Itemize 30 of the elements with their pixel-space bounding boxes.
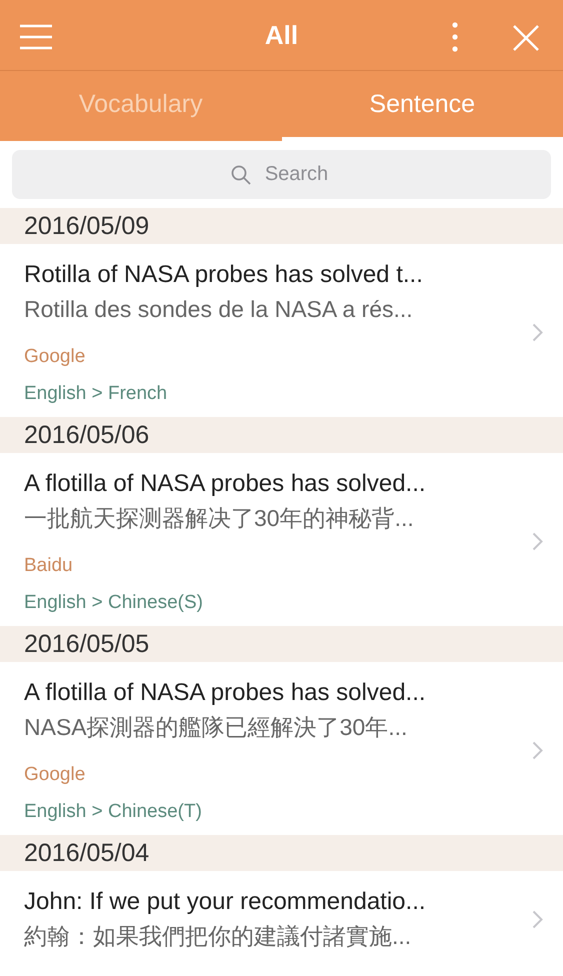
close-icon[interactable] [513, 25, 539, 51]
translation-text: 一批航天探测器解决了30年的神秘背... [24, 504, 415, 533]
language-pair: English > Chinese(S) [24, 591, 204, 615]
engine-label: Google [24, 763, 86, 787]
more-icon[interactable] [452, 22, 458, 52]
chevron-icon[interactable] [532, 910, 543, 928]
translation-text: Rotilla des sondes de la NASA a rés... [24, 295, 414, 324]
source-text: A flotilla of NASA probes has solved... [24, 678, 427, 708]
tab[interactable]: Vocabulary [0, 71, 282, 141]
chevron-icon[interactable] [532, 532, 543, 551]
engine-label: Google [24, 345, 86, 369]
chevron-icon[interactable] [532, 741, 543, 760]
language-pair: English > Chinese(T) [24, 800, 203, 824]
header-title: All [264, 20, 298, 50]
date-header: 2016/05/06 [0, 417, 563, 453]
date-header: 2016/05/04 [0, 835, 563, 871]
tab[interactable]: Sentence [282, 71, 563, 141]
chevron-icon[interactable] [532, 323, 543, 342]
source-text: Rotilla of NASA probes has solved t... [24, 260, 424, 290]
date-header: 2016/05/09 [0, 208, 563, 244]
search-field[interactable]: Search [12, 150, 551, 199]
engine-label: Baidu [24, 554, 74, 578]
menu-icon[interactable] [20, 24, 52, 50]
date-header: 2016/05/05 [0, 626, 563, 662]
search-icon [231, 165, 251, 185]
translation-text: 約翰：如果我們把你的建議付諸實施... [24, 922, 412, 951]
language-pair: English > French [24, 382, 168, 406]
translation-text: NASA探測器的艦隊已經解決了30年... [24, 713, 408, 742]
source-text: A flotilla of NASA probes has solved... [24, 469, 427, 499]
source-text: John: If we put your recommendatio... [24, 887, 427, 917]
